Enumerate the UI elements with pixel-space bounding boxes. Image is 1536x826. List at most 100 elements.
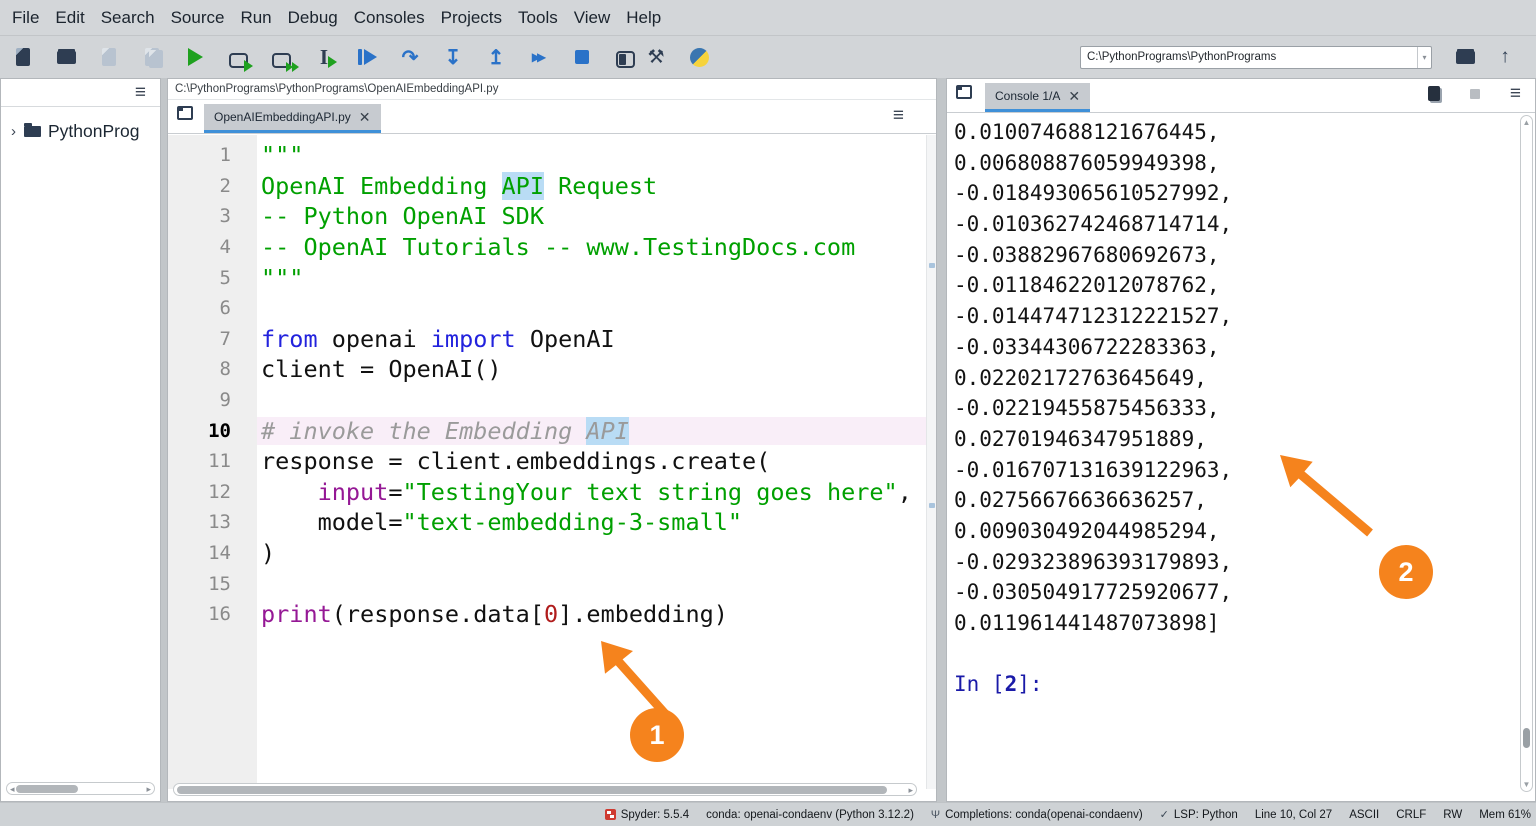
console-vscrollbar[interactable]: ▲ ▼ bbox=[1520, 115, 1533, 792]
browse-tabs-icon[interactable] bbox=[177, 106, 193, 120]
new-file-icon[interactable] bbox=[8, 43, 38, 71]
run-cell-icon[interactable] bbox=[229, 53, 248, 68]
hamburger-menu-icon[interactable]: ≡ bbox=[135, 83, 146, 102]
parent-directory-icon[interactable]: ↑ bbox=[1492, 46, 1518, 68]
line-number: 10 bbox=[168, 420, 257, 442]
project-explorer-hscrollbar[interactable]: ◂ ▸ bbox=[6, 782, 155, 795]
code-line: 13 model="text-embedding-3-small" bbox=[168, 507, 926, 538]
stop-icon[interactable] bbox=[567, 43, 597, 71]
close-icon[interactable]: ✕ bbox=[1068, 88, 1080, 105]
status-lsp: ✓LSP: Python bbox=[1160, 808, 1238, 821]
code-line: 11response = client.embeddings.create( bbox=[168, 446, 926, 477]
editor-hscrollbar[interactable]: ▸ bbox=[173, 783, 917, 796]
main-area: ≡ › PythonProg ◂ ▸ C:\PythonPrograms\Pyt… bbox=[0, 78, 1536, 802]
save-all-icon[interactable] bbox=[137, 43, 167, 71]
menu-source[interactable]: Source bbox=[163, 0, 233, 35]
run-file-icon[interactable] bbox=[180, 43, 210, 71]
console-environment-icon[interactable] bbox=[1428, 86, 1440, 101]
project-explorer-header: ≡ bbox=[1, 79, 160, 107]
debug-file-icon[interactable] bbox=[352, 43, 382, 71]
status-conda-env: conda: openai-condaenv (Python 3.12.2) bbox=[706, 809, 914, 821]
menu-view[interactable]: View bbox=[566, 0, 619, 35]
console-line: 0.009030492044985294, bbox=[954, 519, 1517, 550]
editor-options-menu-icon[interactable]: ≡ bbox=[893, 106, 904, 125]
editor-tab-label: OpenAIEmbeddingAPI.py bbox=[214, 110, 351, 124]
menu-search[interactable]: Search bbox=[93, 0, 163, 35]
line-number: 1 bbox=[168, 144, 257, 166]
menu-tools[interactable]: Tools bbox=[510, 0, 566, 35]
chevron-down-icon[interactable]: ▾ bbox=[1417, 47, 1431, 68]
code-line: 12 input="TestingYour text string goes h… bbox=[168, 477, 926, 508]
code-area[interactable]: 1"""2OpenAI Embedding API Request3-- Pyt… bbox=[168, 135, 926, 789]
editor-tab[interactable]: OpenAIEmbeddingAPI.py ✕ bbox=[204, 104, 381, 133]
code-line: 2OpenAI Embedding API Request bbox=[168, 171, 926, 202]
line-number: 14 bbox=[168, 542, 257, 564]
code-line: 15 bbox=[168, 568, 926, 599]
run-current-line-icon[interactable] bbox=[395, 43, 425, 71]
status-eol: CRLF bbox=[1396, 809, 1426, 821]
console-tab[interactable]: Console 1/A ✕ bbox=[985, 83, 1090, 112]
working-directory-combobox[interactable]: C:\PythonPrograms\PythonPrograms ▾ bbox=[1080, 46, 1432, 69]
prompt-pre: In [ bbox=[954, 672, 1005, 696]
menu-bar: FileEditSearchSourceRunDebugConsolesProj… bbox=[0, 0, 1536, 36]
run-cell-advance-icon[interactable] bbox=[272, 53, 291, 68]
project-root-label: PythonProg bbox=[48, 121, 139, 142]
code-line: 7from openai import OpenAI bbox=[168, 324, 926, 355]
new-console-window-icon[interactable] bbox=[956, 85, 972, 99]
menu-run[interactable]: Run bbox=[232, 0, 279, 35]
console-prompt: In [2]: bbox=[954, 672, 1517, 703]
project-tree-item[interactable]: › PythonProg bbox=[1, 107, 160, 142]
step-into-icon[interactable] bbox=[438, 43, 468, 71]
main-toolbar: C:\PythonPrograms\PythonPrograms ▾ ↑ bbox=[0, 36, 1536, 78]
continue-icon[interactable] bbox=[524, 43, 554, 71]
python-path-icon[interactable] bbox=[684, 43, 714, 71]
console-toolbar-icons: ≡ bbox=[1428, 84, 1521, 103]
code-text: -- Python OpenAI SDK bbox=[257, 202, 926, 230]
console-line: -0.02219455875456333, bbox=[954, 396, 1517, 427]
menu-edit[interactable]: Edit bbox=[47, 0, 92, 35]
menu-consoles[interactable]: Consoles bbox=[346, 0, 433, 35]
open-file-icon[interactable] bbox=[51, 43, 81, 71]
code-text: client = OpenAI() bbox=[257, 355, 926, 383]
folder-icon bbox=[24, 126, 41, 137]
working-directory-value: C:\PythonPrograms\PythonPrograms bbox=[1081, 51, 1417, 63]
wrench-icon[interactable] bbox=[641, 43, 671, 71]
console-line: 0.02756676636636257, bbox=[954, 488, 1517, 519]
line-number: 12 bbox=[168, 481, 257, 503]
code-text: response = client.embeddings.create( bbox=[257, 447, 926, 475]
line-number: 13 bbox=[168, 511, 257, 533]
close-icon[interactable]: ✕ bbox=[359, 109, 371, 126]
console-line: 0.02701946347951889, bbox=[954, 427, 1517, 458]
run-selection-icon[interactable] bbox=[309, 43, 339, 71]
code-line: 10# invoke the Embedding API bbox=[168, 415, 926, 446]
line-number: 2 bbox=[168, 175, 257, 197]
menu-projects[interactable]: Projects bbox=[433, 0, 510, 35]
menu-file[interactable]: File bbox=[4, 0, 47, 35]
occurrence-flag bbox=[929, 263, 935, 268]
menu-help[interactable]: Help bbox=[618, 0, 669, 35]
occurrence-flag bbox=[929, 503, 935, 508]
code-text: input="TestingYour text string goes here… bbox=[257, 478, 926, 506]
step-return-icon[interactable] bbox=[481, 43, 511, 71]
code-text: OpenAI Embedding API Request bbox=[257, 172, 926, 200]
save-icon[interactable] bbox=[94, 43, 124, 71]
spyder-logo-icon bbox=[605, 809, 616, 820]
code-line: 14) bbox=[168, 538, 926, 569]
check-icon: ✓ bbox=[1160, 808, 1169, 821]
maximize-pane-icon[interactable] bbox=[616, 51, 635, 68]
completions-icon: Ψ bbox=[931, 809, 940, 821]
code-line: 9 bbox=[168, 385, 926, 416]
status-permissions: RW bbox=[1443, 809, 1462, 821]
browse-working-directory-icon[interactable] bbox=[1450, 51, 1480, 64]
console-line: -0.014474712312221527, bbox=[954, 304, 1517, 335]
status-encoding: ASCII bbox=[1349, 809, 1379, 821]
console-line: -0.03344306722283363, bbox=[954, 335, 1517, 366]
status-bar: Spyder: 5.5.4conda: openai-condaenv (Pyt… bbox=[0, 802, 1536, 826]
console-options-menu-icon[interactable]: ≡ bbox=[1510, 84, 1521, 103]
menu-debug[interactable]: Debug bbox=[280, 0, 346, 35]
console-line: -0.029323896393179893, bbox=[954, 550, 1517, 581]
console-tab-bar: Console 1/A ✕ ≡ bbox=[947, 79, 1535, 113]
chevron-right-icon[interactable]: › bbox=[11, 123, 16, 140]
console-output[interactable]: 0.010074688121676445,0.00680887605994939… bbox=[947, 118, 1517, 798]
code-text: """ bbox=[257, 264, 926, 292]
